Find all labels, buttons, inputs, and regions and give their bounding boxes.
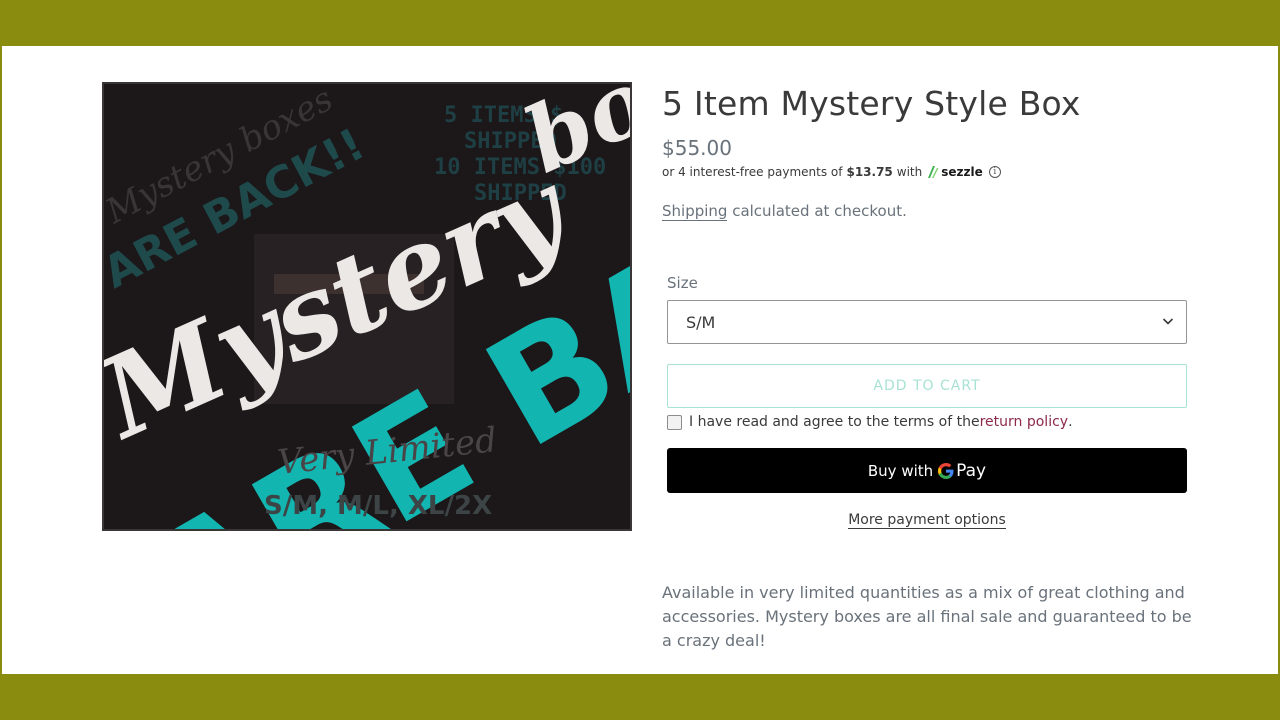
product-title: 5 Item Mystery Style Box	[662, 84, 1081, 123]
terms-checkbox[interactable]	[667, 414, 682, 430]
google-g-icon	[938, 462, 954, 479]
shipping-note: Shipping calculated at checkout.	[662, 202, 907, 221]
product-image[interactable]: Mystery boxes ARE BACK!! 5 ITEMS $ SHIPP…	[102, 82, 632, 531]
sezzle-installments: or 4 interest-free payments of $13.75 wi…	[662, 165, 1001, 179]
shipping-link[interactable]: Shipping	[662, 202, 728, 221]
return-policy-link[interactable]: return policy	[980, 414, 1068, 430]
buy-with-label: Buy with	[867, 461, 934, 480]
sezzle-with: with	[896, 165, 923, 179]
product-price: $55.00	[662, 136, 732, 160]
sezzle-logo[interactable]: sezzle	[926, 165, 983, 179]
sezzle-amount: $13.75	[846, 165, 893, 179]
size-selected-value: S/M	[686, 312, 716, 332]
info-icon[interactable]: i	[988, 166, 1001, 178]
more-payment-options: More payment options	[667, 512, 1187, 529]
more-payment-options-link[interactable]: More payment options	[848, 512, 1006, 529]
chevron-down-icon	[1162, 318, 1174, 325]
sezzle-prefix: or 4 interest-free payments of	[662, 165, 843, 179]
product-description: Available in very limited quantities as …	[662, 583, 1192, 650]
pay-label: Pay	[956, 460, 987, 481]
add-to-cart-button[interactable]: ADD TO CART	[667, 364, 1187, 408]
size-select[interactable]: S/M	[667, 300, 1187, 344]
sizes-text: S/M, M/L, XL/2X	[264, 491, 492, 521]
mystery-box-artwork: Mystery boxes ARE BACK!! 5 ITEMS $ SHIPP…	[104, 84, 630, 529]
sezzle-brand: sezzle	[941, 165, 983, 179]
terms-period: .	[1068, 414, 1073, 430]
size-label: Size	[667, 274, 698, 292]
sezzle-icon	[928, 166, 939, 178]
terms-text: I have read and agree to the terms of th…	[689, 414, 980, 430]
google-pay-button[interactable]: Buy with Pay	[667, 448, 1187, 493]
terms-agreement: I have read and agree to the terms of th…	[667, 414, 1073, 430]
shipping-text: calculated at checkout.	[727, 202, 907, 220]
product-page: Mystery boxes ARE BACK!! 5 ITEMS $ SHIPP…	[2, 46, 1278, 674]
